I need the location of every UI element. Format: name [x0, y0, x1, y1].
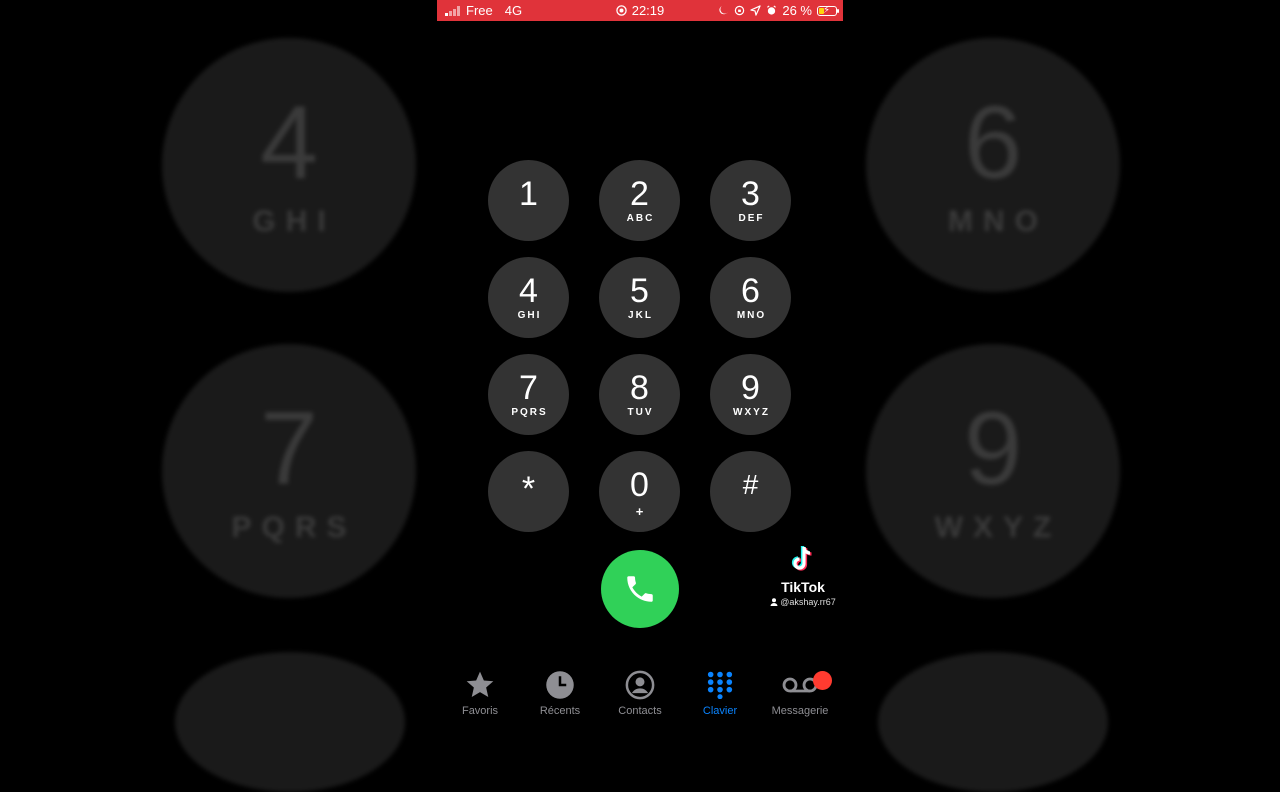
key-digit: 1 — [519, 174, 538, 213]
key-digit: 3 — [741, 174, 760, 213]
key-letters: MNO — [736, 309, 767, 321]
key-star[interactable]: * — [488, 451, 569, 532]
key-digit: 0 — [630, 465, 649, 504]
call-button[interactable] — [601, 550, 679, 628]
key-4[interactable]: 4 GHI — [488, 257, 569, 338]
background-letters: MNO — [948, 205, 1048, 238]
key-letters: + — [635, 503, 644, 519]
rotation-lock-icon — [735, 5, 745, 16]
star-icon — [466, 671, 494, 697]
key-digit: # — [742, 468, 759, 500]
key-letters: JKL — [628, 309, 653, 321]
signal-icon — [445, 5, 460, 16]
background-key-7: 7 PQRS — [162, 344, 416, 598]
battery-percent: 26 % — [782, 3, 812, 18]
tab-messagerie[interactable]: Messagerie — [760, 668, 840, 720]
background-key-9: 9 WXYZ — [866, 344, 1120, 598]
background-key-partial-left — [175, 652, 405, 792]
key-digit: 8 — [630, 368, 649, 407]
background-letters: WXYZ — [934, 511, 1062, 544]
key-letters — [528, 508, 530, 520]
key-letters: DEF — [738, 212, 765, 224]
background-digit: 4 — [260, 85, 318, 201]
key-6[interactable]: 6 MNO — [710, 257, 791, 338]
tab-label: Messagerie — [771, 705, 829, 717]
key-8[interactable]: 8 TUV — [599, 354, 680, 435]
tab-clavier[interactable]: Clavier — [680, 668, 760, 720]
key-digit: 4 — [519, 271, 538, 310]
key-2[interactable]: 2 ABC — [599, 160, 680, 241]
tiktok-name: TikTok — [781, 579, 825, 595]
voicemail-badge — [813, 671, 832, 690]
tiktok-username: @akshay.rr67 — [780, 597, 836, 607]
battery-icon: ⚡ — [817, 5, 839, 16]
tiktok-user: @akshay.rr67 — [763, 597, 843, 607]
tiktok-watermark: TikTok @akshay.rr67 — [763, 544, 843, 607]
tab-recents[interactable]: Récents — [520, 668, 600, 720]
background-letters: GHI — [252, 205, 336, 238]
key-hash[interactable]: # — [710, 451, 791, 532]
tab-label: Récents — [539, 705, 581, 717]
contact-icon — [625, 670, 655, 700]
key-1[interactable]: 1 — [488, 160, 569, 241]
key-digit: 5 — [630, 271, 649, 310]
key-digit: 2 — [630, 174, 649, 213]
key-letters: GHI — [517, 309, 542, 321]
key-digit: 7 — [519, 368, 538, 407]
alarm-icon — [767, 5, 777, 15]
location-icon — [750, 5, 762, 16]
background-letters: PQRS — [231, 511, 357, 544]
tiktok-logo-icon — [791, 545, 812, 571]
key-digit: 6 — [741, 271, 760, 310]
key-digit: * — [521, 469, 536, 508]
key-9[interactable]: 9 WXYZ — [710, 354, 791, 435]
phone-screen: Free 4G 22:19 26 % ⚡ 1 2 ABC 3 DEF 4 GHI… — [437, 0, 843, 720]
screen-record-icon — [615, 5, 627, 16]
clock-icon — [546, 671, 574, 699]
network-label: 4G — [504, 3, 523, 18]
clock-time: 22:19 — [631, 3, 665, 18]
tab-bar: Favoris Récents Contacts Clavier Message… — [437, 668, 843, 720]
key-digit: 9 — [741, 368, 760, 407]
keypad-icon — [707, 671, 733, 699]
user-icon — [770, 598, 778, 606]
tab-label: Clavier — [702, 705, 738, 717]
carrier-label: Free — [466, 3, 493, 18]
key-letters: PQRS — [511, 406, 548, 418]
key-letters — [528, 213, 530, 225]
background-digit: 6 — [964, 85, 1022, 201]
background-digit: 7 — [260, 391, 318, 507]
tab-label: Favoris — [461, 705, 499, 717]
tab-contacts[interactable]: Contacts — [600, 668, 680, 720]
key-5[interactable]: 5 JKL — [599, 257, 680, 338]
key-7[interactable]: 7 PQRS — [488, 354, 569, 435]
status-bar: Free 4G 22:19 26 % ⚡ — [437, 0, 843, 21]
phone-icon — [627, 576, 653, 602]
key-3[interactable]: 3 DEF — [710, 160, 791, 241]
key-letters: ABC — [626, 212, 655, 224]
background-digit: 9 — [964, 391, 1022, 507]
moon-icon — [719, 6, 729, 15]
key-letters — [750, 504, 752, 516]
key-letters: TUV — [627, 406, 654, 418]
background-key-6: 6 MNO — [866, 38, 1120, 292]
background-key-partial-right — [878, 652, 1108, 792]
key-letters: WXYZ — [733, 406, 770, 418]
tab-label: Contacts — [618, 705, 662, 717]
key-0[interactable]: 0 + — [599, 451, 680, 532]
tab-favoris[interactable]: Favoris — [440, 668, 520, 720]
background-key-4: 4 GHI — [162, 38, 416, 292]
